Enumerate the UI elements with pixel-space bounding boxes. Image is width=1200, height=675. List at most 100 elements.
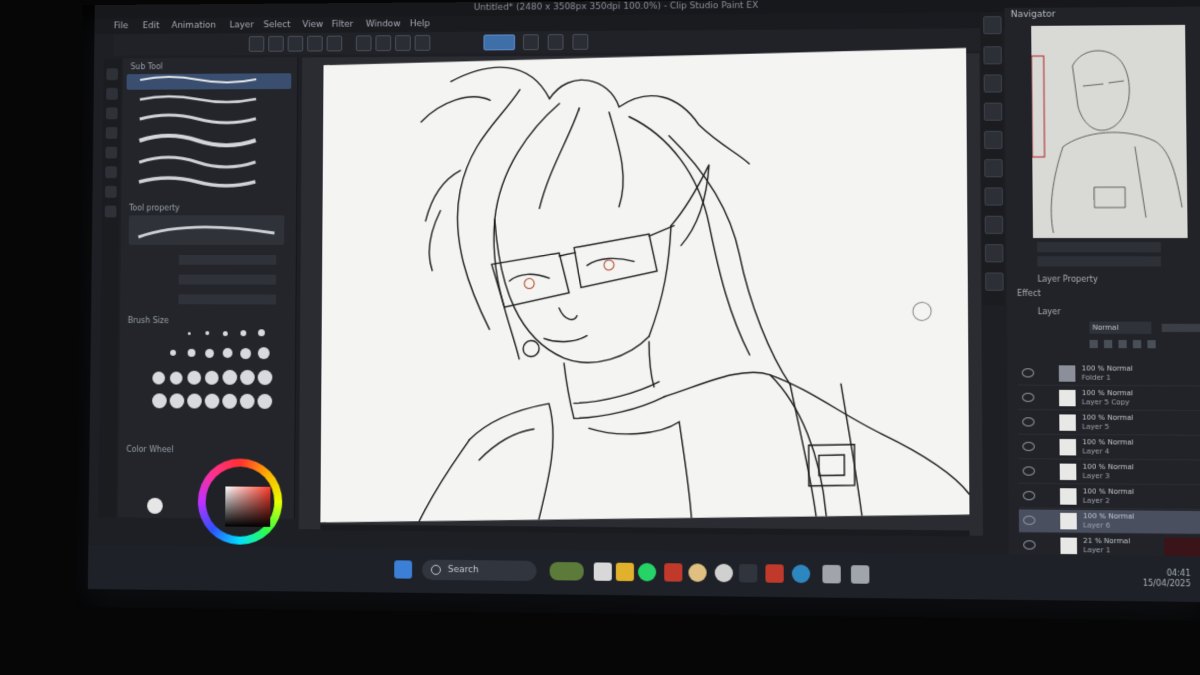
layer-row[interactable]: 100 % Normal Layer 5	[1018, 411, 1200, 436]
size-dot[interactable]	[222, 369, 238, 385]
menu-window[interactable]: Window	[366, 19, 401, 29]
brush-size-slider[interactable]	[178, 254, 277, 265]
eye-icon[interactable]	[1021, 392, 1035, 402]
menu-filter[interactable]: Filter	[332, 20, 354, 30]
eye-icon[interactable]	[1022, 466, 1036, 476]
layer-row-selected[interactable]: 100 % Normal Layer 6	[1018, 509, 1200, 535]
eye-icon[interactable]	[1022, 417, 1035, 427]
size-dot[interactable]	[205, 331, 210, 336]
widgets-icon[interactable]	[549, 561, 584, 581]
eye-icon[interactable]	[1022, 490, 1036, 501]
size-dot[interactable]	[204, 393, 220, 409]
size-dot[interactable]	[169, 371, 183, 385]
office-icon[interactable]	[765, 564, 784, 583]
undo-icon[interactable]	[307, 35, 323, 52]
size-dot[interactable]	[257, 393, 273, 409]
size-dot[interactable]	[187, 370, 202, 385]
snap-icon[interactable]	[483, 34, 516, 51]
whatsapp-icon[interactable]	[638, 562, 657, 582]
lock-icon[interactable]	[1118, 339, 1127, 349]
menu-file[interactable]: File	[114, 21, 129, 31]
drawing-canvas[interactable]	[320, 47, 970, 523]
color-wheel[interactable]	[197, 458, 283, 546]
eye-icon[interactable]	[1021, 368, 1035, 378]
transform-icon[interactable]	[394, 35, 411, 51]
search-box[interactable]: Search	[421, 559, 537, 582]
color-square[interactable]	[225, 486, 271, 527]
size-dot[interactable]	[170, 349, 177, 356]
fill-icon[interactable]	[375, 35, 392, 52]
size-dot[interactable]	[240, 330, 247, 337]
size-dot[interactable]	[152, 371, 166, 385]
size-dot[interactable]	[257, 370, 273, 386]
size-dot[interactable]	[239, 393, 255, 409]
brush-tool-icon[interactable]	[106, 87, 118, 100]
eyedropper-tool-icon[interactable]	[105, 166, 117, 179]
size-dot[interactable]	[205, 348, 214, 358]
opacity-bar[interactable]	[1161, 323, 1200, 333]
app-red-icon[interactable]	[664, 563, 683, 582]
menu-animation[interactable]: Animation	[171, 21, 215, 31]
clip-studio-icon[interactable]	[822, 564, 841, 584]
system-tray-clock[interactable]: 04:41 15/04/2025	[1143, 568, 1191, 589]
file-explorer-icon[interactable]	[615, 562, 634, 582]
layer-row[interactable]: 100 % Normal Layer 3	[1018, 460, 1200, 486]
pen-tool-icon[interactable]	[106, 68, 119, 81]
task-view-icon[interactable]	[593, 562, 612, 581]
eye-icon[interactable]	[1023, 540, 1036, 550]
windows-start-icon[interactable]	[394, 560, 413, 579]
menu-layer[interactable]: Layer	[229, 20, 253, 30]
layer-property-icon[interactable]	[985, 272, 1004, 291]
size-dot[interactable]	[169, 393, 185, 409]
size-dot[interactable]	[187, 393, 202, 409]
chrome-icon[interactable]	[688, 563, 707, 582]
size-dot[interactable]	[258, 329, 265, 337]
clip-icon[interactable]	[1132, 340, 1142, 349]
size-dot[interactable]	[187, 348, 196, 357]
clear-icon[interactable]	[355, 35, 372, 52]
layer-row[interactable]: 100 % Normal Layer 5 Copy	[1017, 386, 1200, 412]
size-dot[interactable]	[240, 348, 252, 360]
blend-mode-select[interactable]: Normal	[1089, 321, 1152, 334]
opacity-slider[interactable]	[178, 274, 277, 285]
clip-studio-paint-icon[interactable]	[850, 565, 870, 584]
layer-row[interactable]: 100 % Normal Folder 1	[1017, 362, 1200, 387]
menu-view[interactable]: View	[302, 20, 323, 30]
deselect-icon[interactable]	[414, 34, 431, 51]
timeline-icon[interactable]	[984, 244, 1004, 263]
help-icon[interactable]	[572, 33, 589, 50]
material-icon[interactable]	[984, 130, 1003, 150]
open-icon[interactable]	[268, 35, 284, 52]
canvas-scrollbar[interactable]	[320, 524, 970, 537]
size-dot[interactable]	[187, 332, 191, 335]
size-dot[interactable]	[240, 369, 255, 385]
edge-icon[interactable]	[791, 564, 811, 584]
zoom-slider[interactable]	[1037, 242, 1161, 253]
eye-icon[interactable]	[1022, 441, 1035, 452]
smartphone-icon[interactable]	[547, 34, 564, 51]
item-bank-icon[interactable]	[984, 187, 1004, 206]
move-tool-icon[interactable]	[104, 205, 117, 218]
auto-action-icon[interactable]	[984, 159, 1003, 178]
size-dot[interactable]	[222, 331, 228, 337]
size-dot[interactable]	[222, 347, 233, 358]
app-circle-icon[interactable]	[714, 563, 733, 583]
new-layer-icon[interactable]	[1089, 339, 1098, 349]
eye-icon[interactable]	[1023, 515, 1036, 525]
main-color-swatch[interactable]	[147, 497, 163, 514]
save-icon[interactable]	[287, 35, 304, 52]
redo-icon[interactable]	[326, 35, 343, 52]
menu-select[interactable]: Select	[263, 20, 290, 30]
fill-tool-icon[interactable]	[105, 127, 118, 139]
size-dot[interactable]	[257, 347, 270, 360]
select-tool-icon[interactable]	[105, 146, 118, 159]
size-dot[interactable]	[222, 393, 237, 409]
animation-icon[interactable]	[984, 215, 1004, 234]
navigator-preview[interactable]	[1031, 24, 1188, 239]
stabilization-slider[interactable]	[178, 294, 276, 305]
text-tool-icon[interactable]	[105, 185, 117, 198]
new-file-icon[interactable]	[248, 36, 265, 52]
trash-icon[interactable]	[1147, 340, 1156, 349]
app-dark-icon[interactable]	[739, 563, 758, 583]
new-folder-icon[interactable]	[1103, 339, 1113, 349]
